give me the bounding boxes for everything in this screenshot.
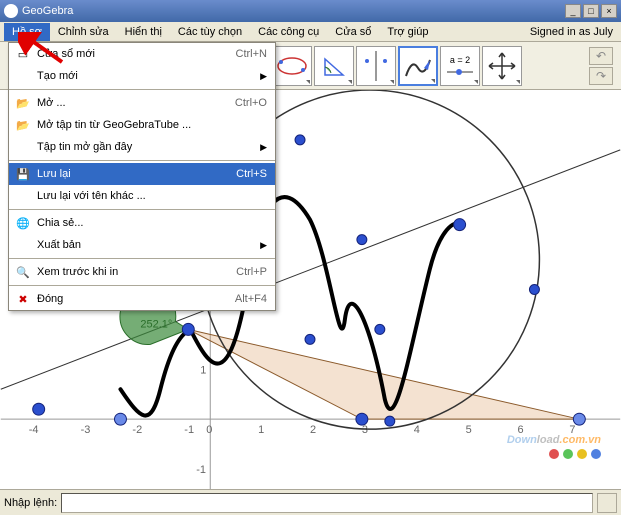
y-axis-ticks: -1 1 xyxy=(196,364,206,476)
menu-hienthi[interactable]: Hiển thị xyxy=(117,23,170,41)
point[interactable] xyxy=(357,235,367,245)
menu-new-window[interactable]: ▭ Cửa sổ mới Ctrl+N xyxy=(9,43,275,65)
menu-trogiup[interactable]: Trợ giúp xyxy=(379,23,436,41)
point[interactable] xyxy=(356,413,368,425)
svg-text:0: 0 xyxy=(206,424,212,436)
svg-text:-1: -1 xyxy=(184,424,194,436)
submenu-arrow-icon: ▶ xyxy=(260,142,271,153)
point[interactable] xyxy=(295,135,305,145)
point[interactable] xyxy=(454,219,466,231)
input-help-button[interactable] xyxy=(597,493,617,513)
file-menu-dropdown: ▭ Cửa sổ mới Ctrl+N Tạo mới ▶ 📂 Mở ... C… xyxy=(8,42,276,311)
save-icon: 💾 xyxy=(13,166,33,182)
tool-slider[interactable]: a = 2 xyxy=(440,46,480,86)
submenu-arrow-icon: ▶ xyxy=(260,71,271,82)
svg-text:3: 3 xyxy=(362,424,368,436)
window-new-icon: ▭ xyxy=(13,46,33,62)
redo-button[interactable]: ↷ xyxy=(589,67,613,85)
input-bar: Nhập lệnh: xyxy=(0,489,621,515)
submenu-arrow-icon: ▶ xyxy=(260,240,271,251)
tool-angle[interactable] xyxy=(314,46,354,86)
menu-separator xyxy=(9,285,275,286)
folder-open-icon: 📂 xyxy=(13,95,33,111)
menu-open[interactable]: 📂 Mở ... Ctrl+O xyxy=(9,92,275,114)
point[interactable] xyxy=(114,413,126,425)
triangle-poly[interactable] xyxy=(188,329,579,419)
svg-text:-2: -2 xyxy=(132,424,142,436)
svg-text:5: 5 xyxy=(466,424,472,436)
svg-text:-3: -3 xyxy=(81,424,91,436)
undo-button[interactable]: ↶ xyxy=(589,47,613,65)
command-input[interactable] xyxy=(61,493,593,513)
watermark: Download.com.vn xyxy=(507,426,601,449)
share-icon: 🌐 xyxy=(13,215,33,231)
menu-separator xyxy=(9,258,275,259)
svg-text:-1: -1 xyxy=(196,464,206,476)
menu-separator xyxy=(9,209,275,210)
input-label: Nhập lệnh: xyxy=(4,497,57,509)
menu-congcu[interactable]: Các công cụ xyxy=(250,23,327,41)
folder-open-icon: 📂 xyxy=(13,117,33,133)
menu-save-as[interactable]: Lưu lại với tên khác ... xyxy=(9,185,275,207)
app-title: GeoGebra xyxy=(22,5,73,17)
menubar: Hồ sơ Chỉnh sửa Hiển thị Các tùy chọn Cá… xyxy=(0,22,621,42)
menu-new[interactable]: Tạo mới ▶ xyxy=(9,65,275,87)
point[interactable] xyxy=(573,413,585,425)
app-icon xyxy=(4,4,18,18)
tool-reflect[interactable] xyxy=(356,46,396,86)
maximize-button[interactable]: □ xyxy=(583,4,599,18)
close-icon: ✖ xyxy=(13,291,33,307)
menu-export[interactable]: Xuất bản ▶ xyxy=(9,234,275,256)
svg-text:-4: -4 xyxy=(29,424,39,436)
menu-open-tube[interactable]: 📂 Mở tập tin từ GeoGebraTube ... xyxy=(9,114,275,136)
angle-label: 252.1° xyxy=(140,318,172,330)
menu-separator xyxy=(9,160,275,161)
svg-text:1: 1 xyxy=(200,364,206,376)
close-button[interactable]: × xyxy=(601,4,617,18)
signed-in-label[interactable]: Signed in as July xyxy=(530,26,621,38)
preview-icon: 🔍 xyxy=(13,264,33,280)
window-controls: _ □ × xyxy=(565,4,617,18)
point[interactable] xyxy=(385,416,395,426)
menu-chinhsua[interactable]: Chỉnh sửa xyxy=(50,23,117,41)
menu-save[interactable]: 💾 Lưu lại Ctrl+S xyxy=(9,163,275,185)
x-axis-ticks: -4 -3 -2 -1 0 1 2 3 4 5 6 7 xyxy=(29,424,576,436)
point[interactable] xyxy=(529,285,539,295)
menu-recent[interactable]: Tập tin mở gần đây ▶ xyxy=(9,136,275,158)
menu-print-preview[interactable]: 🔍 Xem trước khi in Ctrl+P xyxy=(9,261,275,283)
menu-tuychon[interactable]: Các tùy chọn xyxy=(170,23,250,41)
menu-hoso[interactable]: Hồ sơ xyxy=(4,23,50,41)
menu-separator xyxy=(9,89,275,90)
menu-share[interactable]: 🌐 Chia sẻ... xyxy=(9,212,275,234)
point[interactable] xyxy=(305,334,315,344)
minimize-button[interactable]: _ xyxy=(565,4,581,18)
tool-freehand[interactable] xyxy=(398,46,438,86)
menu-close[interactable]: ✖ Đóng Alt+F4 xyxy=(9,288,275,310)
point[interactable] xyxy=(182,323,194,335)
tool-conic[interactable] xyxy=(272,46,312,86)
point[interactable] xyxy=(33,403,45,415)
titlebar: GeoGebra _ □ × xyxy=(0,0,621,22)
svg-text:1: 1 xyxy=(258,424,264,436)
tool-move-view[interactable] xyxy=(482,46,522,86)
svg-text:4: 4 xyxy=(414,424,420,436)
watermark-dots xyxy=(549,449,601,459)
svg-text:2: 2 xyxy=(310,424,316,436)
menu-cuaso[interactable]: Cửa sổ xyxy=(327,23,379,41)
point[interactable] xyxy=(375,324,385,334)
